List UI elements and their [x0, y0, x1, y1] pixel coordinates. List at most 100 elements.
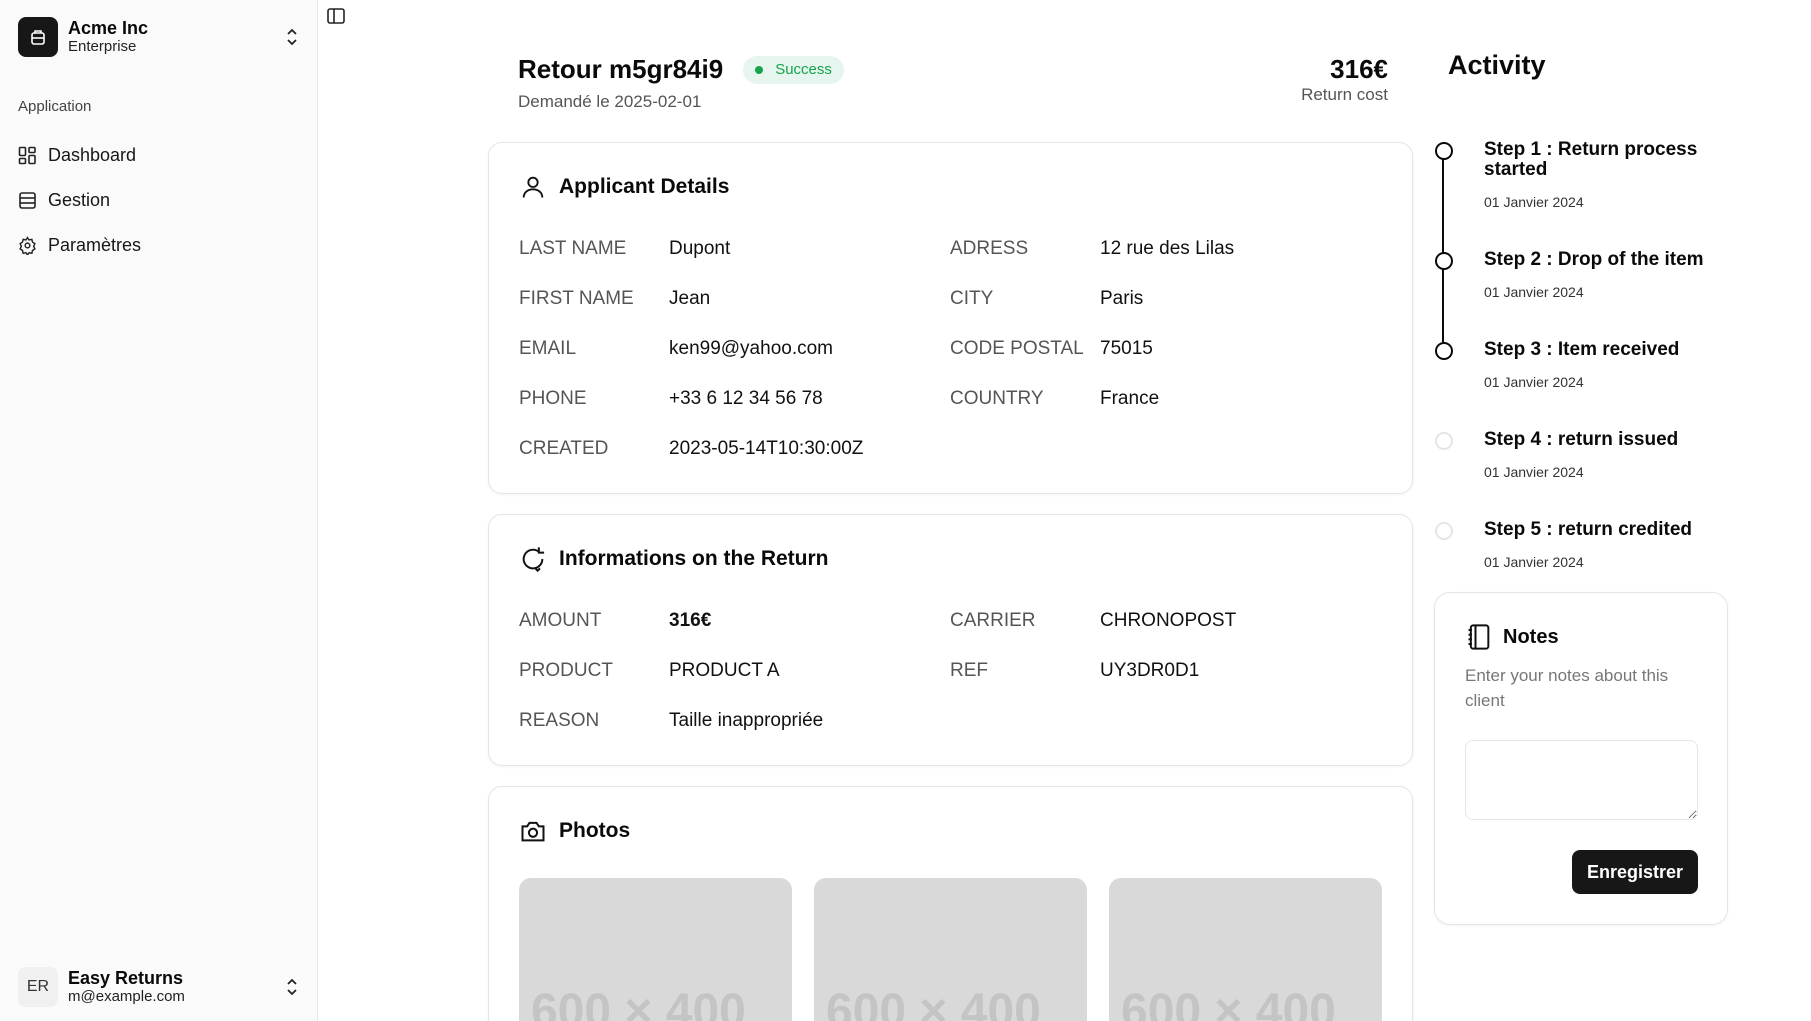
sidebar-item-label: Paramètres [48, 235, 142, 255]
org-name: Acme Inc [68, 18, 149, 38]
card-title: Photos [559, 819, 631, 842]
sidebar: Acme Inc Enterprise Application Dashboar… [0, 0, 318, 1021]
step-date: 01 Janvier 2024 [1484, 374, 1584, 390]
step-title: Step 2 : Drop of the item [1484, 249, 1704, 270]
photo-gallery: 600 × 400 600 × 400 600 × 400 [519, 878, 1382, 1021]
field-first-name: FIRST NAME Jean [519, 288, 710, 310]
notes-title: Notes [1503, 625, 1559, 648]
sidebar-item-label: Gestion [48, 190, 111, 210]
field-key: COUNTRY [950, 388, 1044, 409]
step-title: Step 1 : Return process started [1484, 139, 1698, 180]
field-amount: AMOUNT 316€ [519, 610, 711, 632]
chevrons-up-down-icon [284, 977, 300, 997]
field-email: EMAIL ken99@yahoo.com [519, 338, 833, 360]
dashboard-icon [18, 146, 36, 165]
field-key: PRODUCT [519, 660, 613, 681]
field-value: Taille inappropriée [669, 710, 824, 731]
field-code-postal: CODE POSTAL 75015 [950, 338, 1153, 360]
field-key: CITY [950, 288, 994, 309]
return-info-card: Informations on the Return AMOUNT 316€ PR… [488, 514, 1413, 766]
step-circle-icon [1435, 432, 1453, 450]
field-country: COUNTRY France [950, 388, 1159, 410]
camera-icon [521, 821, 545, 842]
notes-description: Enter your notes about this client [1465, 666, 1669, 710]
sidebar-item-parametres[interactable]: Paramètres [18, 223, 300, 268]
photo-placeholder[interactable]: 600 × 400 [1109, 878, 1382, 1021]
step-date: 01 Janvier 2024 [1484, 194, 1584, 210]
activity-title: Activity [1448, 50, 1546, 80]
notebook-icon [1468, 624, 1490, 650]
nav-group-label: Application [18, 98, 92, 115]
card-title: Applicant Details [559, 175, 730, 198]
status-label: Success [775, 61, 832, 78]
field-reason: REASON Taille inappropriée [519, 710, 823, 732]
field-created: CREATED 2023-05-14T10:30:00Z [519, 438, 863, 460]
field-phone: PHONE +33 6 12 34 56 78 [519, 388, 823, 410]
field-value: 2023-05-14T10:30:00Z [669, 438, 864, 459]
field-key: CREATED [519, 438, 609, 459]
gear-icon [19, 236, 36, 255]
step-title: Step 3 : Item received [1484, 339, 1680, 360]
field-key: PHONE [519, 388, 587, 409]
chevrons-up-down-icon [284, 27, 300, 47]
field-last-name: LAST NAME Dupont [519, 238, 730, 260]
field-key: CARRIER [950, 610, 1036, 631]
step-title: Step 5 : return credited [1484, 519, 1692, 540]
photo-placeholder[interactable]: 600 × 400 [814, 878, 1087, 1021]
notes-card: Notes Enter your notes about this client… [1434, 592, 1728, 925]
panel-left-icon [327, 8, 345, 24]
user-icon [522, 176, 544, 198]
avatar: ER [18, 967, 58, 1007]
save-button[interactable]: Enregistrer [1572, 850, 1698, 894]
user-menu[interactable]: ER Easy Returns m@example.com [18, 965, 300, 1009]
field-value: Jean [669, 288, 711, 309]
return-cost: 316€ Return cost [1301, 54, 1388, 106]
photos-card: Photos 600 × 400 600 × 400 600 × 400 [488, 786, 1413, 1021]
field-value: CHRONOPOST [1100, 610, 1237, 631]
step-title: Step 4 : return issued [1484, 429, 1679, 450]
field-value: Paris [1100, 288, 1144, 309]
field-value: UY3DR0D1 [1100, 660, 1200, 681]
field-value: ken99@yahoo.com [669, 338, 833, 359]
org-logo-icon [18, 17, 58, 57]
field-value: 12 rue des Lilas [1100, 238, 1235, 259]
field-key: FIRST NAME [519, 288, 634, 309]
field-product: PRODUCT PRODUCT A [519, 660, 780, 682]
user-email: m@example.com [68, 988, 185, 1005]
org-plan: Enterprise [68, 38, 137, 55]
sidebar-toggle-button[interactable] [326, 6, 346, 26]
photo-placeholder-label: 600 × 400 [531, 985, 746, 1021]
step-circle-icon [1435, 342, 1453, 360]
rotate-icon [522, 547, 545, 573]
org-switcher[interactable]: Acme Inc Enterprise [18, 16, 300, 58]
notes-textarea[interactable] [1465, 740, 1698, 820]
field-key: REASON [519, 710, 600, 731]
field-carrier: CARRIER CHRONOPOST [950, 610, 1236, 632]
field-value: PRODUCT A [669, 660, 780, 681]
field-key: EMAIL [519, 338, 577, 359]
step-circle-icon [1435, 142, 1453, 160]
status-dot-icon [755, 65, 764, 74]
field-key: CODE POSTAL [950, 338, 1084, 359]
photo-placeholder-label: 600 × 400 [826, 985, 1041, 1021]
card-title: Informations on the Return [559, 547, 829, 570]
field-value: 75015 [1100, 338, 1153, 359]
applicant-details-card: Applicant Details LAST NAME Dupont FIRST … [488, 142, 1413, 494]
step-date: 01 Janvier 2024 [1484, 464, 1584, 480]
step-date: 01 Janvier 2024 [1484, 554, 1584, 570]
database-icon [19, 192, 36, 209]
step-circle-icon [1435, 252, 1453, 270]
photo-placeholder-label: 600 × 400 [1121, 985, 1336, 1021]
field-value: 316€ [669, 610, 712, 631]
sidebar-item-label: Dashboard [48, 145, 137, 165]
sidebar-item-gestion[interactable]: Gestion [18, 178, 300, 223]
photo-placeholder[interactable]: 600 × 400 [519, 878, 792, 1021]
field-adress: ADRESS 12 rue des Lilas [950, 238, 1234, 260]
field-ref: REF UY3DR0D1 [950, 660, 1199, 682]
sidebar-item-dashboard[interactable]: Dashboard [18, 133, 300, 178]
page-title: Retour m5gr84i9 [518, 54, 724, 84]
return-cost-label: Return cost [1301, 85, 1388, 104]
field-city: CITY Paris [950, 288, 1143, 310]
field-key: LAST NAME [519, 238, 627, 259]
field-key: ADRESS [950, 238, 1029, 259]
